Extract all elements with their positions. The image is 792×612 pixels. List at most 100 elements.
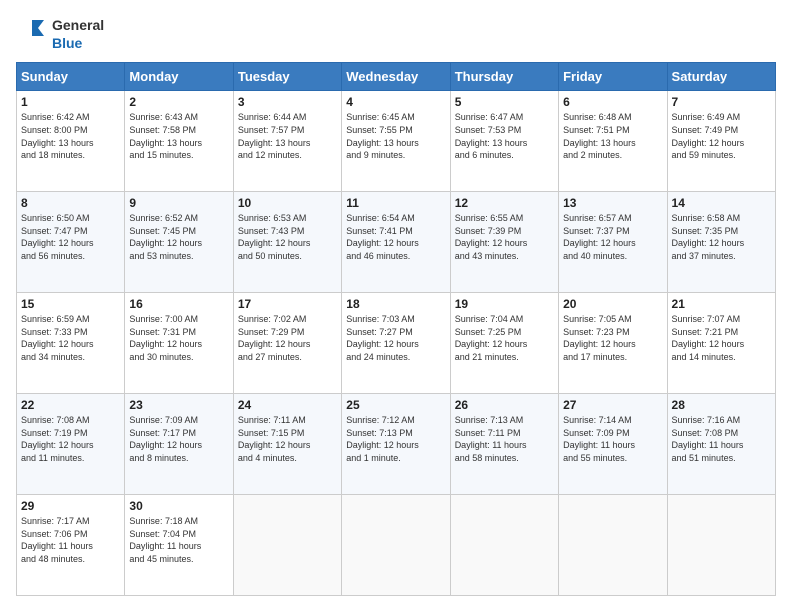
day-number: 29 <box>21 499 120 513</box>
weekday-header-sunday: Sunday <box>17 63 125 91</box>
weekday-header-saturday: Saturday <box>667 63 775 91</box>
day-cell: 17 Sunrise: 7:02 AM Sunset: 7:29 PM Dayli… <box>233 293 341 394</box>
day-cell: 19 Sunrise: 7:04 AM Sunset: 7:25 PM Dayli… <box>450 293 558 394</box>
day-number: 7 <box>672 95 771 109</box>
day-cell <box>559 495 667 596</box>
day-cell: 11 Sunrise: 6:54 AM Sunset: 7:41 PM Dayli… <box>342 192 450 293</box>
day-cell: 21 Sunrise: 7:07 AM Sunset: 7:21 PM Dayli… <box>667 293 775 394</box>
day-cell: 27 Sunrise: 7:14 AM Sunset: 7:09 PM Dayli… <box>559 394 667 495</box>
day-cell: 24 Sunrise: 7:11 AM Sunset: 7:15 PM Dayli… <box>233 394 341 495</box>
day-cell <box>667 495 775 596</box>
day-number: 28 <box>672 398 771 412</box>
day-number: 10 <box>238 196 337 210</box>
day-cell: 3 Sunrise: 6:44 AM Sunset: 7:57 PM Daylig… <box>233 91 341 192</box>
day-info: Sunrise: 6:59 AM Sunset: 7:33 PM Dayligh… <box>21 313 120 363</box>
day-number: 17 <box>238 297 337 311</box>
day-info: Sunrise: 6:53 AM Sunset: 7:43 PM Dayligh… <box>238 212 337 262</box>
day-info: Sunrise: 6:44 AM Sunset: 7:57 PM Dayligh… <box>238 111 337 161</box>
day-info: Sunrise: 7:03 AM Sunset: 7:27 PM Dayligh… <box>346 313 445 363</box>
day-cell <box>233 495 341 596</box>
day-number: 13 <box>563 196 662 210</box>
weekday-header-monday: Monday <box>125 63 233 91</box>
day-cell: 22 Sunrise: 7:08 AM Sunset: 7:19 PM Dayli… <box>17 394 125 495</box>
day-cell: 15 Sunrise: 6:59 AM Sunset: 7:33 PM Dayli… <box>17 293 125 394</box>
day-number: 11 <box>346 196 445 210</box>
weekday-header-tuesday: Tuesday <box>233 63 341 91</box>
day-info: Sunrise: 7:07 AM Sunset: 7:21 PM Dayligh… <box>672 313 771 363</box>
weekday-header-row: SundayMondayTuesdayWednesdayThursdayFrid… <box>17 63 776 91</box>
header: GeneralBlue <box>16 16 776 52</box>
day-number: 24 <box>238 398 337 412</box>
day-cell: 26 Sunrise: 7:13 AM Sunset: 7:11 PM Dayli… <box>450 394 558 495</box>
day-cell <box>342 495 450 596</box>
day-cell: 16Sunrise: 7:00 AM Sunset: 7:31 PM Dayli… <box>125 293 233 394</box>
day-number: 4 <box>346 95 445 109</box>
day-info: Sunrise: 7:12 AM Sunset: 7:13 PM Dayligh… <box>346 414 445 464</box>
day-info: Sunrise: 6:47 AM Sunset: 7:53 PM Dayligh… <box>455 111 554 161</box>
day-cell: 6 Sunrise: 6:48 AM Sunset: 7:51 PM Daylig… <box>559 91 667 192</box>
day-info: Sunrise: 6:50 AM Sunset: 7:47 PM Dayligh… <box>21 212 120 262</box>
day-info: Sunrise: 7:00 AM Sunset: 7:31 PM Dayligh… <box>129 313 228 363</box>
day-number: 3 <box>238 95 337 109</box>
day-info: Sunrise: 6:57 AM Sunset: 7:37 PM Dayligh… <box>563 212 662 262</box>
day-info: Sunrise: 7:16 AM Sunset: 7:08 PM Dayligh… <box>672 414 771 464</box>
day-info: Sunrise: 7:13 AM Sunset: 7:11 PM Dayligh… <box>455 414 554 464</box>
logo-flag-icon <box>16 18 48 50</box>
day-cell <box>450 495 558 596</box>
day-cell: 30Sunrise: 7:18 AM Sunset: 7:04 PM Dayli… <box>125 495 233 596</box>
logo-text: GeneralBlue <box>52 16 104 52</box>
day-cell: 29 Sunrise: 7:17 AM Sunset: 7:06 PM Dayli… <box>17 495 125 596</box>
day-number: 12 <box>455 196 554 210</box>
calendar-page: GeneralBlue SundayMondayTuesdayWednesday… <box>0 0 792 612</box>
day-info: Sunrise: 6:58 AM Sunset: 7:35 PM Dayligh… <box>672 212 771 262</box>
weekday-header-thursday: Thursday <box>450 63 558 91</box>
day-info: Sunrise: 7:18 AM Sunset: 7:04 PM Dayligh… <box>129 515 228 565</box>
day-info: Sunrise: 7:02 AM Sunset: 7:29 PM Dayligh… <box>238 313 337 363</box>
day-cell: 23 Sunrise: 7:09 AM Sunset: 7:17 PM Dayli… <box>125 394 233 495</box>
day-info: Sunrise: 6:42 AM Sunset: 8:00 PM Dayligh… <box>21 111 120 161</box>
week-row-0: 1Sunrise: 6:42 AM Sunset: 8:00 PM Daylig… <box>17 91 776 192</box>
day-cell: 25 Sunrise: 7:12 AM Sunset: 7:13 PM Dayli… <box>342 394 450 495</box>
day-number: 26 <box>455 398 554 412</box>
day-number: 23 <box>129 398 228 412</box>
day-number: 14 <box>672 196 771 210</box>
day-info: Sunrise: 7:17 AM Sunset: 7:06 PM Dayligh… <box>21 515 120 565</box>
day-info: Sunrise: 7:08 AM Sunset: 7:19 PM Dayligh… <box>21 414 120 464</box>
day-number: 5 <box>455 95 554 109</box>
day-cell: 1Sunrise: 6:42 AM Sunset: 8:00 PM Daylig… <box>17 91 125 192</box>
day-number: 20 <box>563 297 662 311</box>
day-number: 9 <box>129 196 228 210</box>
day-number: 6 <box>563 95 662 109</box>
day-cell: 18Sunrise: 7:03 AM Sunset: 7:27 PM Dayli… <box>342 293 450 394</box>
day-number: 15 <box>21 297 120 311</box>
logo-container: GeneralBlue <box>16 16 104 52</box>
day-cell: 9 Sunrise: 6:52 AM Sunset: 7:45 PM Daylig… <box>125 192 233 293</box>
day-cell: 28 Sunrise: 7:16 AM Sunset: 7:08 PM Dayli… <box>667 394 775 495</box>
day-number: 2 <box>129 95 228 109</box>
day-number: 8 <box>21 196 120 210</box>
day-number: 21 <box>672 297 771 311</box>
day-cell: 20 Sunrise: 7:05 AM Sunset: 7:23 PM Dayli… <box>559 293 667 394</box>
weekday-header-wednesday: Wednesday <box>342 63 450 91</box>
calendar-table: SundayMondayTuesdayWednesdayThursdayFrid… <box>16 62 776 596</box>
day-info: Sunrise: 7:11 AM Sunset: 7:15 PM Dayligh… <box>238 414 337 464</box>
day-info: Sunrise: 7:05 AM Sunset: 7:23 PM Dayligh… <box>563 313 662 363</box>
day-info: Sunrise: 6:54 AM Sunset: 7:41 PM Dayligh… <box>346 212 445 262</box>
day-number: 25 <box>346 398 445 412</box>
day-info: Sunrise: 6:49 AM Sunset: 7:49 PM Dayligh… <box>672 111 771 161</box>
day-info: Sunrise: 7:14 AM Sunset: 7:09 PM Dayligh… <box>563 414 662 464</box>
day-number: 19 <box>455 297 554 311</box>
day-cell: 13 Sunrise: 6:57 AM Sunset: 7:37 PM Dayli… <box>559 192 667 293</box>
day-info: Sunrise: 7:04 AM Sunset: 7:25 PM Dayligh… <box>455 313 554 363</box>
week-row-2: 15 Sunrise: 6:59 AM Sunset: 7:33 PM Dayli… <box>17 293 776 394</box>
week-row-4: 29 Sunrise: 7:17 AM Sunset: 7:06 PM Dayli… <box>17 495 776 596</box>
day-cell: 4Sunrise: 6:45 AM Sunset: 7:55 PM Daylig… <box>342 91 450 192</box>
day-info: Sunrise: 6:48 AM Sunset: 7:51 PM Dayligh… <box>563 111 662 161</box>
day-number: 22 <box>21 398 120 412</box>
day-info: Sunrise: 7:09 AM Sunset: 7:17 PM Dayligh… <box>129 414 228 464</box>
day-cell: 7 Sunrise: 6:49 AM Sunset: 7:49 PM Daylig… <box>667 91 775 192</box>
day-info: Sunrise: 6:55 AM Sunset: 7:39 PM Dayligh… <box>455 212 554 262</box>
day-number: 27 <box>563 398 662 412</box>
day-info: Sunrise: 6:43 AM Sunset: 7:58 PM Dayligh… <box>129 111 228 161</box>
day-info: Sunrise: 6:52 AM Sunset: 7:45 PM Dayligh… <box>129 212 228 262</box>
